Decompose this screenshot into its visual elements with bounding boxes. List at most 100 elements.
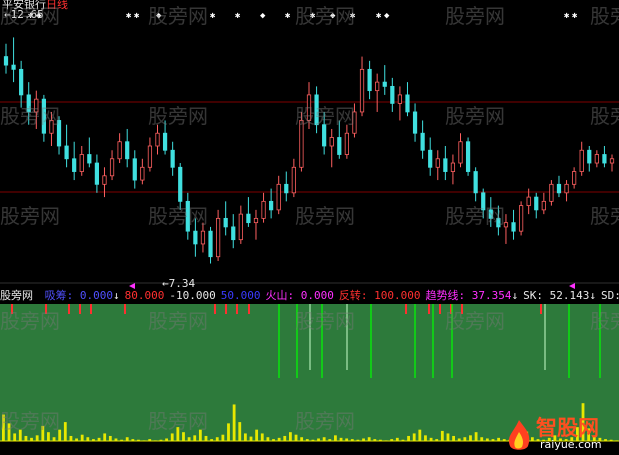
chart-window: ✱ ◆ ✱ ✱ ◆ ✱ ✱ ◆ ✱ ✱ ◆ ✱ ✱ ◆ ✱ ✱ 平安银行日线 ←12.65 ←7.34 股旁网…: [0, 0, 619, 455]
watermark: 股旁网: [590, 204, 619, 228]
indicator-separator: :: [66, 289, 80, 302]
candle-body: [549, 183, 554, 202]
candle-body: [511, 222, 516, 232]
candle-body: [102, 175, 107, 185]
candle: [329, 128, 334, 168]
candle: [79, 146, 84, 176]
indicator-value: 0.000: [300, 289, 334, 302]
star-marker-3: ✱: [134, 11, 140, 21]
candle-body: [253, 217, 259, 224]
volcano-bar: [255, 429, 259, 441]
candle-body: [587, 149, 592, 164]
candle: [64, 124, 69, 168]
candle: [572, 167, 577, 189]
volcano-bar: [294, 434, 298, 441]
candle-body: [397, 94, 403, 104]
candle-body: [564, 183, 569, 194]
watermark: 股旁网: [148, 104, 208, 128]
candle: [412, 103, 418, 142]
candle: [594, 150, 599, 168]
volcano-bar: [193, 435, 197, 441]
candle-body: [405, 94, 410, 113]
indicator-4: 火山: 0.000: [265, 289, 333, 302]
candle: [564, 180, 569, 202]
volcano-bar: [69, 435, 73, 441]
candle: [435, 150, 440, 181]
volcano-bar: [187, 437, 191, 441]
candle: [375, 73, 380, 112]
candle-body: [215, 217, 221, 258]
candle-body: [200, 230, 206, 245]
candle: [3, 43, 9, 74]
volcano-bar: [80, 434, 84, 441]
brand-logo: 智股网 raiyue.com: [500, 410, 619, 455]
candle-body: [140, 166, 145, 181]
volcano-bar: [125, 437, 129, 441]
candle: [132, 150, 137, 189]
volcano-bar: [367, 437, 371, 441]
candle: [428, 137, 433, 176]
star-marker-12: ✱: [376, 11, 382, 21]
accumulate-marker: [428, 304, 430, 314]
volcano-bar: [24, 435, 28, 441]
candle-body: [534, 196, 539, 211]
volcano-bar: [322, 437, 326, 441]
volcano-bar: [238, 422, 242, 441]
volcano-bar: [215, 437, 219, 441]
volcano-bar: [170, 433, 174, 441]
candle: [473, 167, 478, 202]
indicator-arrow: ↓: [113, 289, 120, 302]
volcano-bar: [232, 404, 236, 441]
candle-body: [87, 154, 92, 164]
watermark: 股旁网: [445, 309, 505, 333]
watermark: 股旁网: [148, 4, 208, 28]
candle: [11, 37, 16, 83]
candle-body: [382, 81, 387, 87]
watermark: 股旁网: [295, 4, 355, 28]
candle-body: [435, 158, 440, 168]
candle-body: [238, 213, 243, 241]
watermark: 股旁网: [148, 309, 208, 333]
candle-body: [64, 145, 69, 160]
candle: [397, 86, 403, 121]
candle: [518, 201, 524, 236]
candle: [511, 209, 516, 240]
candle: [140, 158, 145, 185]
volcano-bar: [440, 430, 444, 441]
candle: [382, 65, 387, 95]
accumulate-marker: [405, 304, 407, 314]
watermark: 股旁网: [295, 409, 355, 433]
volcano-bar: [463, 437, 467, 441]
candle-body: [518, 205, 524, 232]
candle-body: [155, 132, 160, 147]
candle-body: [375, 81, 380, 92]
accumulate-marker: [439, 304, 441, 314]
candle: [390, 77, 395, 112]
candle: [465, 137, 471, 176]
candle: [109, 150, 115, 181]
indicator-name: 趋势线: [425, 289, 459, 302]
candle: [450, 154, 456, 185]
candle-body: [117, 141, 122, 160]
candle: [231, 214, 236, 249]
flame-icon: [504, 418, 534, 452]
candle-body: [337, 137, 342, 155]
candle: [94, 154, 100, 193]
volcano-bar: [227, 423, 230, 441]
watermark: 股旁网: [445, 104, 505, 128]
volcano-bar: [283, 435, 287, 441]
star-marker-2: ✱: [126, 11, 132, 21]
candle-body: [609, 158, 615, 164]
candle-body: [94, 162, 100, 185]
indicator-name: SD: [600, 289, 615, 302]
candle: [276, 175, 281, 215]
indicator-value: 52.143: [549, 289, 590, 302]
watermark: 股旁网: [0, 104, 60, 128]
candle: [208, 226, 213, 264]
indicator-title: 股旁网: [0, 289, 33, 302]
star-marker-8: ✱: [285, 11, 291, 21]
accumulate-marker: [214, 304, 216, 314]
indicator-value: 50.000: [220, 289, 261, 302]
candle-body: [231, 226, 236, 241]
star-marker-14: ✱: [564, 11, 570, 21]
